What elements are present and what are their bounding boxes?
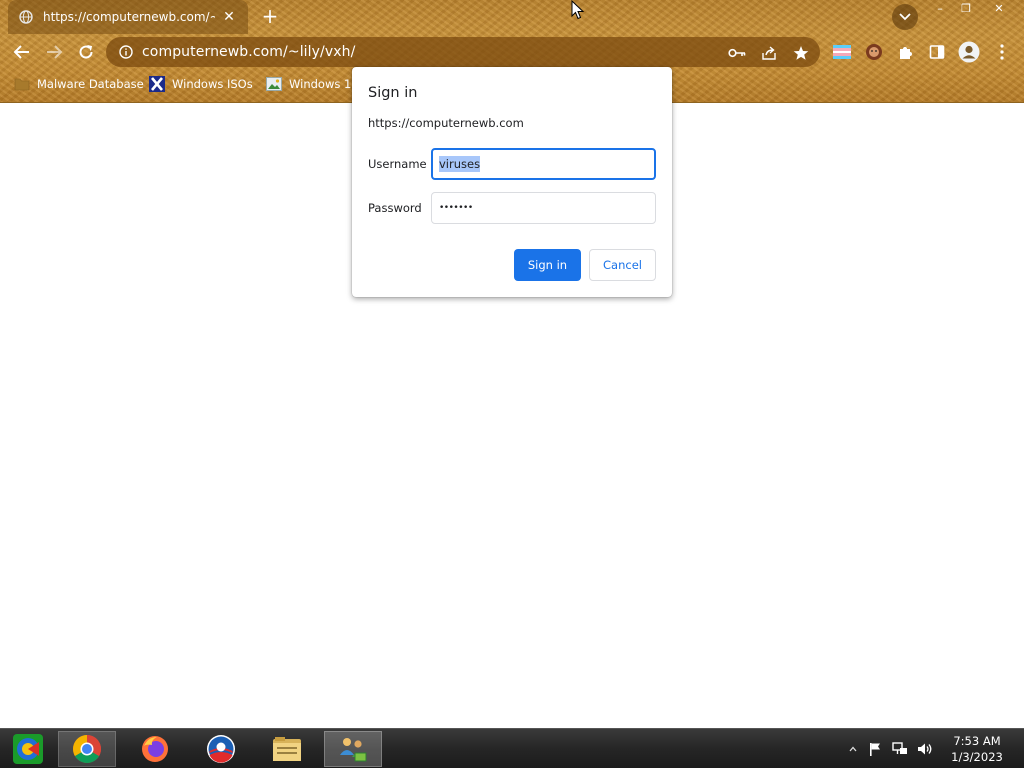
profile-icon[interactable] xyxy=(958,41,980,63)
bookmark-malware-database[interactable]: Malware Database xyxy=(14,72,144,96)
key-icon[interactable] xyxy=(728,44,746,62)
tab-search-button[interactable] xyxy=(892,4,918,30)
share-icon[interactable] xyxy=(760,44,778,62)
network-app-icon[interactable] xyxy=(324,731,382,767)
address-bar[interactable]: computernewb.com/~lily/vxh/ xyxy=(106,37,820,67)
globe-icon xyxy=(18,9,34,25)
taskbar: 7:53 AM 1/3/2023 xyxy=(0,728,1024,768)
firefox-taskbar-button[interactable] xyxy=(126,731,184,767)
face-extension-icon[interactable] xyxy=(863,41,885,63)
clock-time: 7:53 AM xyxy=(953,734,1001,748)
password-field[interactable]: ••••••• xyxy=(431,192,656,224)
network-icon[interactable] xyxy=(890,729,910,768)
sign-in-button[interactable]: Sign in xyxy=(514,249,581,281)
system-clock[interactable]: 7:53 AM 1/3/2023 xyxy=(944,733,1010,765)
start-button[interactable] xyxy=(0,731,56,767)
side-panel-icon[interactable] xyxy=(926,41,948,63)
volume-icon[interactable] xyxy=(914,729,936,768)
reload-icon[interactable] xyxy=(74,40,98,64)
password-label: Password xyxy=(368,201,422,215)
file-explorer-icon[interactable] xyxy=(258,731,316,767)
browser-tab[interactable]: https://computernewb.com/~lily/ ✕ xyxy=(8,0,248,34)
bookmark-label: Windows 11 xyxy=(289,77,359,91)
clock-date: 1/3/2023 xyxy=(951,750,1003,764)
bookmark-windows-isos[interactable]: Windows ISOs xyxy=(149,72,253,96)
flag-icon[interactable] xyxy=(866,729,884,768)
close-icon[interactable]: ✕ xyxy=(220,9,238,25)
obama-icon[interactable] xyxy=(192,731,250,767)
dialog-title: Sign in xyxy=(368,85,418,101)
forward-icon[interactable] xyxy=(42,40,66,64)
x-logo-icon xyxy=(149,76,165,92)
new-tab-button[interactable]: + xyxy=(258,4,282,28)
tab-title: https://computernewb.com/~lily/ xyxy=(43,10,215,24)
maximize-button[interactable]: ❐ xyxy=(952,0,980,17)
mouse-cursor-icon xyxy=(571,0,585,20)
url-text: computernewb.com/~lily/vxh/ xyxy=(142,44,356,60)
info-icon[interactable] xyxy=(118,44,134,60)
folder-icon xyxy=(14,76,30,92)
chevron-up-icon[interactable] xyxy=(846,729,860,768)
menu-icon[interactable] xyxy=(992,41,1012,63)
password-value: ••••••• xyxy=(439,203,473,213)
chrome-taskbar-button[interactable] xyxy=(58,731,116,767)
puzzle-icon[interactable] xyxy=(895,41,917,63)
image-icon xyxy=(266,76,282,92)
star-icon[interactable] xyxy=(792,44,810,62)
cancel-button[interactable]: Cancel xyxy=(589,249,656,281)
username-field[interactable]: viruses xyxy=(431,148,656,180)
window-close-button[interactable]: ✕ xyxy=(982,0,1016,17)
bookmark-label: Malware Database xyxy=(37,77,144,91)
bookmark-label: Windows ISOs xyxy=(172,77,253,91)
sign-in-dialog: Sign in https://computernewb.com Usernam… xyxy=(352,67,672,297)
dialog-origin: https://computernewb.com xyxy=(368,116,524,130)
username-value: viruses xyxy=(439,156,481,172)
username-label: Username xyxy=(368,157,427,171)
minimize-button[interactable]: – xyxy=(926,0,954,17)
bookmark-windows-11[interactable]: Windows 11 xyxy=(266,72,359,96)
back-icon[interactable] xyxy=(10,40,34,64)
flag-extension-icon[interactable] xyxy=(831,41,853,63)
